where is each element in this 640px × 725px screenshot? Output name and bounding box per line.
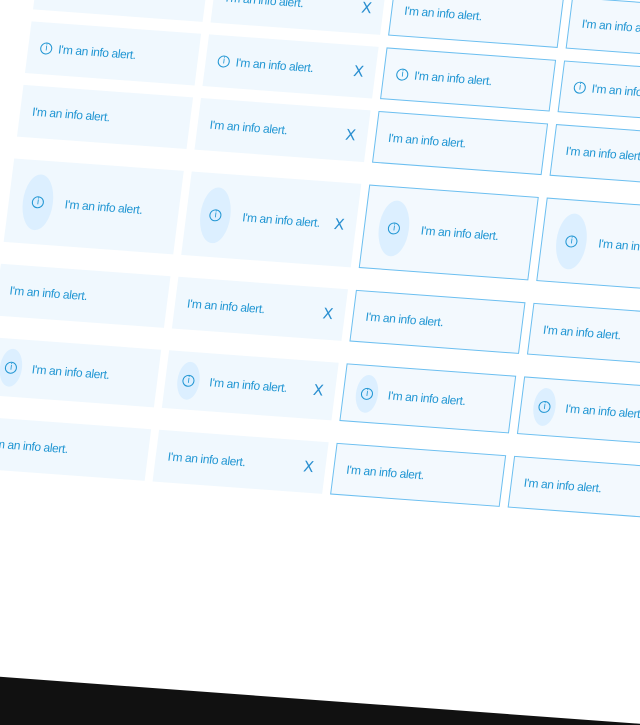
info-glyph: i (387, 222, 401, 235)
alerts-grid: I'm an info alert.I'm an info alert.XI'm… (0, 0, 640, 520)
alert-cell: I'm an info alert. X (152, 429, 329, 494)
alert-message: I'm an info alert. (522, 475, 603, 496)
info-icon: i (0, 348, 25, 388)
info-glyph: i (573, 81, 587, 95)
alert-cell: I'm an info alert. (330, 442, 507, 507)
info-glyph: i (39, 42, 53, 55)
info-icon: i (19, 173, 57, 232)
alert-message: I'm an info alert. (0, 436, 69, 457)
alert-message: I'm an info alert. (387, 130, 467, 151)
alert-message: I'm an info alert. (597, 236, 640, 256)
alert-message: I'm an info alert. (31, 104, 111, 125)
alert-message: I'm an info alert. (241, 210, 321, 230)
close-button[interactable]: X (302, 458, 314, 477)
info-alert: i I'm an info alert. X (181, 171, 362, 268)
info-icon: i (196, 186, 234, 245)
alert-cell: i I'm an info alert. (0, 337, 162, 408)
info-icon: i (353, 374, 381, 414)
info-alert: i I'm an info alert. X (161, 350, 339, 421)
alert-message: I'm an info alert. (564, 143, 640, 164)
info-glyph: i (208, 208, 223, 222)
info-glyph: i (4, 361, 18, 375)
alert-message: I'm an info alert. (166, 449, 247, 470)
alert-message: I'm an info alert. (403, 3, 483, 24)
info-alert: i I'm an info alert. (0, 337, 162, 408)
alert-message: I'm an info alert. (387, 388, 467, 409)
info-glyph: i (31, 195, 45, 209)
close-button[interactable]: X (312, 381, 324, 400)
alert-message: I'm an info alert. (580, 16, 640, 37)
close-button[interactable]: X (333, 215, 345, 234)
alert-message: I'm an info alert. (234, 55, 315, 76)
info-icon: i (573, 81, 587, 95)
info-icon: i (375, 199, 413, 258)
info-alert: I'm an info alert. X (152, 429, 329, 494)
alert-message: I'm an info alert. (63, 197, 144, 217)
alert-message: I'm an info alert. (590, 81, 640, 102)
alert-cell: i I'm an info alert. (358, 184, 539, 281)
info-glyph: i (217, 55, 231, 68)
alert-cell: i I'm an info alert. X (181, 171, 362, 268)
close-button[interactable]: X (322, 305, 334, 324)
alert-message: I'm an info alert. (8, 283, 89, 304)
info-icon: i (531, 387, 558, 427)
info-glyph: i (360, 387, 374, 401)
alert-message: I'm an info alert. (57, 42, 137, 63)
alert-message: I'm an info alert. (564, 401, 640, 422)
info-alert: i I'm an info alert. (536, 197, 640, 294)
alert-cell: i I'm an info alert. (536, 197, 640, 294)
alert-message: I'm an info alert. (186, 296, 266, 317)
info-glyph: i (181, 374, 196, 388)
alert-cell: i I'm an info alert. (3, 158, 184, 255)
info-alert: I'm an info alert. (507, 455, 640, 520)
info-icon: i (175, 361, 202, 401)
info-alert: i I'm an info alert. (339, 363, 517, 434)
alert-message: I'm an info alert. (208, 117, 289, 138)
alert-cell: I'm an info alert. (507, 455, 640, 520)
alert-message: I'm an info alert. (419, 223, 500, 244)
alert-message: I'm an info alert. (413, 68, 493, 89)
info-alert: i I'm an info alert. (3, 158, 184, 255)
info-glyph: i (537, 400, 552, 414)
alert-message: I'm an info alert. (30, 362, 111, 382)
alerts-showcase-canvas: I'm an info alert.I'm an info alert.XI'm… (0, 0, 640, 725)
close-button[interactable]: X (352, 62, 364, 81)
info-icon: i (552, 212, 590, 271)
close-button[interactable]: X (360, 0, 372, 17)
alert-cell: i I'm an info alert. X (161, 350, 339, 421)
close-button[interactable]: X (344, 126, 356, 145)
info-icon: i (217, 55, 231, 68)
info-alert: I'm an info alert. (330, 442, 507, 507)
alert-message: I'm an info alert. (345, 462, 425, 483)
info-glyph: i (395, 68, 410, 82)
info-alert: i I'm an info alert. (358, 184, 539, 281)
alert-message: I'm an info alert. (208, 375, 288, 395)
alert-cell: i I'm an info alert. (339, 363, 517, 434)
info-icon: i (39, 42, 53, 55)
alert-message: I'm an info alert. (542, 322, 622, 343)
info-icon: i (395, 68, 410, 82)
info-glyph: i (564, 235, 579, 248)
alert-message: I'm an info alert. (364, 309, 445, 330)
alert-message: I'm an info alert. (224, 0, 305, 11)
